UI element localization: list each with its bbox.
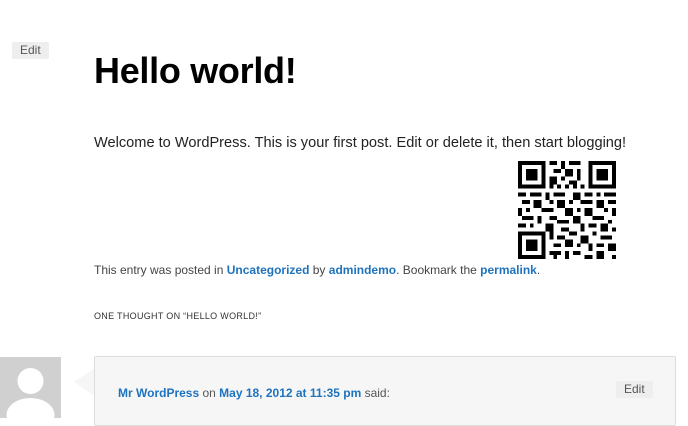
edit-post-button[interactable]: Edit (12, 42, 49, 59)
post-meta: This entry was posted in Uncategorized b… (94, 263, 540, 277)
permalink-link[interactable]: permalink (480, 263, 537, 277)
comment-author-link[interactable]: Mr WordPress (118, 386, 199, 400)
comment-date-link[interactable]: May 18, 2012 at 11:35 pm (219, 386, 361, 400)
comment-said: said: (361, 386, 390, 400)
avatar (0, 357, 61, 418)
post-content: Welcome to WordPress. This is your first… (94, 135, 627, 151)
meta-by: by (309, 263, 329, 277)
comment-meta: Mr WordPress on May 18, 2012 at 11:35 pm… (118, 386, 390, 400)
post-title: Hello world! (94, 50, 297, 91)
edit-comment-button[interactable]: Edit (616, 381, 653, 398)
comment-on: on (199, 386, 220, 400)
default-avatar-icon (0, 357, 61, 418)
comments-title: One thought on “Hello world!” (94, 311, 262, 321)
comment-arrow (74, 368, 95, 396)
category-link[interactable]: Uncategorized (227, 263, 310, 277)
qr-code-icon (518, 161, 616, 259)
meta-prefix: This entry was posted in (94, 263, 227, 277)
author-link[interactable]: admindemo (329, 263, 396, 277)
meta-suffix: . (536, 263, 541, 277)
meta-bookmark: . Bookmark the (396, 263, 481, 277)
